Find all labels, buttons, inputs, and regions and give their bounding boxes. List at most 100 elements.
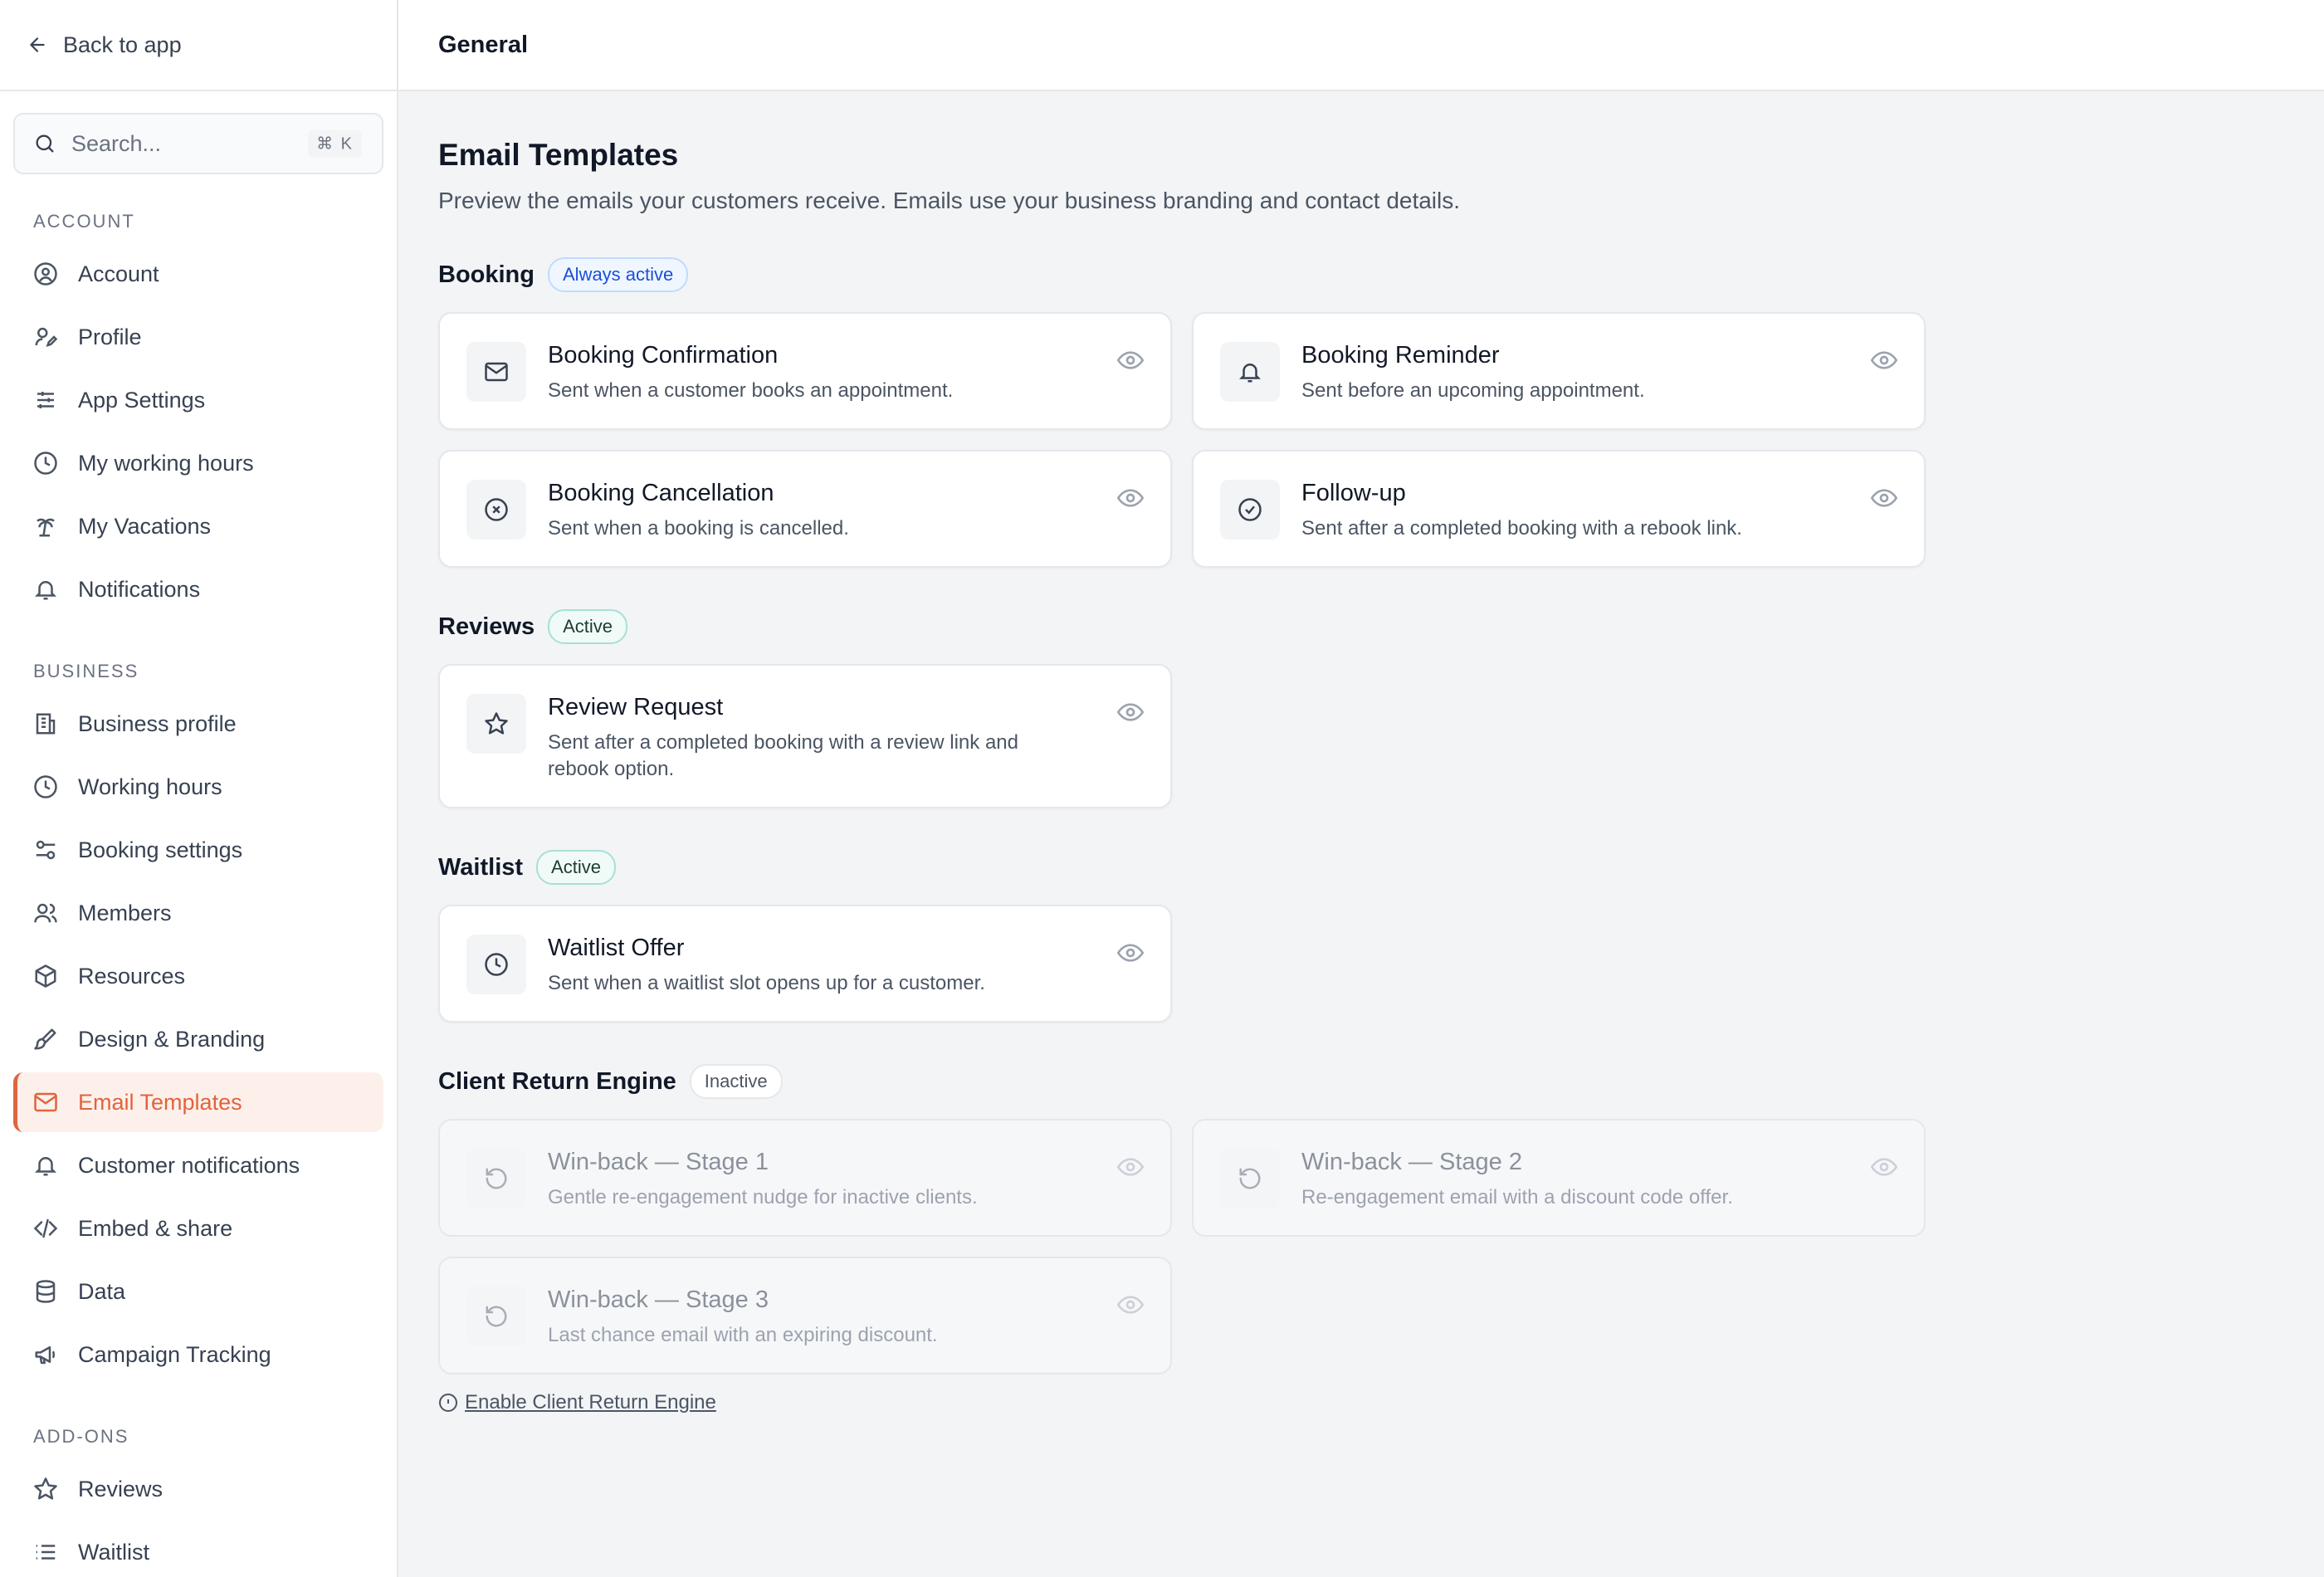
card-title: Booking Confirmation [548,342,779,369]
sidebar-item-resources[interactable]: Resources [13,946,383,1006]
search-placeholder: Search... [71,130,162,156]
card-grid-reviews: Review Request Sent after a completed bo… [438,664,2284,808]
sidebar-item-waitlist[interactable]: Waitlist [13,1522,383,1577]
sidebar-item-label: Booking settings [78,837,243,862]
group-name: Client Return Engine [438,1067,676,1095]
template-card-booking-reminder[interactable]: Booking Reminder Sent before an upcoming… [1192,312,1926,430]
sidebar-item-label: Business profile [78,710,237,736]
mail-icon [34,1092,57,1112]
sidebar-item-my-working-hours[interactable]: My working hours [13,433,383,493]
template-card-winback-stage-1[interactable]: Win-back — Stage 1 Gentle re-engagement … [438,1119,1172,1237]
card-grid-client-return: Win-back — Stage 1 Gentle re-engagement … [438,1119,2284,1374]
brush-icon [34,1028,56,1050]
sidebar-item-label: Notifications [78,576,201,602]
sidebar-item-label: Resources [78,963,186,989]
sidebar-item-business-profile[interactable]: Business profile [13,694,383,754]
card-title: Follow-up [1301,480,1406,506]
sidebar-item-campaign-tracking[interactable]: Campaign Tracking [13,1325,383,1384]
sidebar-item-design-branding[interactable]: Design & Branding [13,1009,383,1069]
card-title: Win-back — Stage 1 [548,1149,769,1175]
status-badge: Active [548,609,627,644]
sidebar-item-app-settings[interactable]: App Settings [13,370,383,430]
sidebar-item-my-vacations[interactable]: My Vacations [13,496,383,556]
toggles-icon [36,840,56,860]
palm-tree-icon [37,518,55,537]
group-name: Waitlist [438,853,524,881]
card-title: Waitlist Offer [548,935,685,961]
sidebar-item-booking-settings[interactable]: Booking settings [13,820,383,880]
sidebar-item-customer-notifications[interactable]: Customer notifications [13,1135,383,1195]
rotate-ccw-icon [486,1306,507,1327]
template-card-booking-cancellation[interactable]: Booking Cancellation Sent when a booking… [438,450,1172,568]
sidebar: Back to app Search... ⌘ K ACCOUNT Accoun… [0,0,398,1577]
page-title: Email Templates [438,138,679,172]
card-title: Booking Cancellation [548,480,774,506]
sidebar-item-account[interactable]: Account [13,244,383,304]
section-title-business: BUSINESS [33,661,139,681]
sidebar-item-reviews[interactable]: Reviews [13,1459,383,1519]
user-circle-icon [34,262,57,286]
group-header-waitlist: Waitlist Active [438,850,2284,885]
group-header-client-return-engine: Client Return Engine Inactive [438,1064,2284,1099]
card-grid-booking: Booking Confirmation Sent when a custome… [438,312,2284,568]
status-badge: Always active [548,257,689,292]
main-content: General Email Templates Preview the emai… [398,0,2324,1577]
sidebar-item-profile[interactable]: Profile [13,307,383,367]
sidebar-item-label: Customer notifications [78,1152,300,1178]
eye-icon[interactable] [1117,485,1144,511]
sidebar-item-members[interactable]: Members [13,883,383,943]
enable-link-label: Enable Client Return Engine [465,1391,716,1413]
card-title: Win-back — Stage 2 [1301,1149,1522,1175]
sidebar-item-email-templates[interactable]: Email Templates [13,1072,383,1132]
card-description: Sent after a completed booking with a re… [548,731,1018,781]
eye-icon[interactable] [1117,940,1144,966]
sidebar-item-notifications[interactable]: Notifications [13,559,383,619]
search-icon [36,134,54,153]
eye-icon[interactable] [1117,1154,1144,1180]
eye-icon[interactable] [1871,347,1897,374]
card-icon-wrap [466,1286,526,1346]
card-icon-wrap [1220,1149,1280,1208]
card-title: Win-back — Stage 3 [548,1286,769,1313]
template-card-winback-stage-3[interactable]: Win-back — Stage 3 Last chance email wit… [438,1257,1172,1374]
template-card-winback-stage-2[interactable]: Win-back — Stage 2 Re-engagement email w… [1192,1119,1926,1237]
eye-icon[interactable] [1117,347,1144,374]
sidebar-item-label: Profile [78,324,142,349]
sidebar-item-data[interactable]: Data [13,1262,383,1321]
template-card-follow-up[interactable]: Follow-up Sent after a completed booking… [1192,450,1926,568]
sidebar-item-label: Campaign Tracking [78,1341,271,1367]
sidebar-item-working-hours[interactable]: Working hours [13,757,383,817]
sidebar-item-label: My Vacations [78,513,212,539]
sidebar-item-label: My working hours [78,450,254,476]
card-grid-waitlist: Waitlist Offer Sent when a waitlist slot… [438,905,2284,1023]
sidebar-item-label: Working hours [78,774,222,799]
rotate-ccw-icon [486,1168,507,1189]
eye-icon[interactable] [1871,1154,1897,1180]
info-icon [439,1394,457,1412]
template-card-booking-confirmation[interactable]: Booking Confirmation Sent when a custome… [438,312,1172,430]
group-header-booking: Booking Always active [438,257,2284,292]
search-input[interactable]: Search... ⌘ K [13,113,383,174]
eye-icon[interactable] [1117,1291,1144,1318]
sidebar-item-label: Design & Branding [78,1026,266,1052]
back-to-app-link[interactable]: Back to app [0,0,397,91]
check-circle-icon [1238,498,1262,521]
mail-icon [485,362,508,382]
card-description: Sent when a customer books an appointmen… [548,379,954,402]
eye-icon[interactable] [1871,485,1897,511]
sidebar-item-embed-share[interactable]: Embed & share [13,1199,383,1258]
card-description: Sent before an upcoming appointment. [1301,379,1645,402]
eye-icon[interactable] [1117,699,1144,725]
page-header: General [398,0,2324,91]
database-icon [36,1280,56,1303]
template-card-waitlist-offer[interactable]: Waitlist Offer Sent when a waitlist slot… [438,905,1172,1023]
x-circle-icon [485,498,508,521]
sidebar-item-label: Reviews [78,1476,164,1501]
card-icon-wrap [466,694,526,754]
page-subtitle: Preview the emails your customers receiv… [438,188,1461,213]
card-description: Sent when a booking is cancelled. [548,517,849,540]
back-label: Back to app [63,32,182,57]
template-card-review-request[interactable]: Review Request Sent after a completed bo… [438,664,1172,808]
rotate-ccw-icon [1239,1168,1261,1189]
enable-client-return-engine-link[interactable]: Enable Client Return Engine [438,1391,2284,1414]
